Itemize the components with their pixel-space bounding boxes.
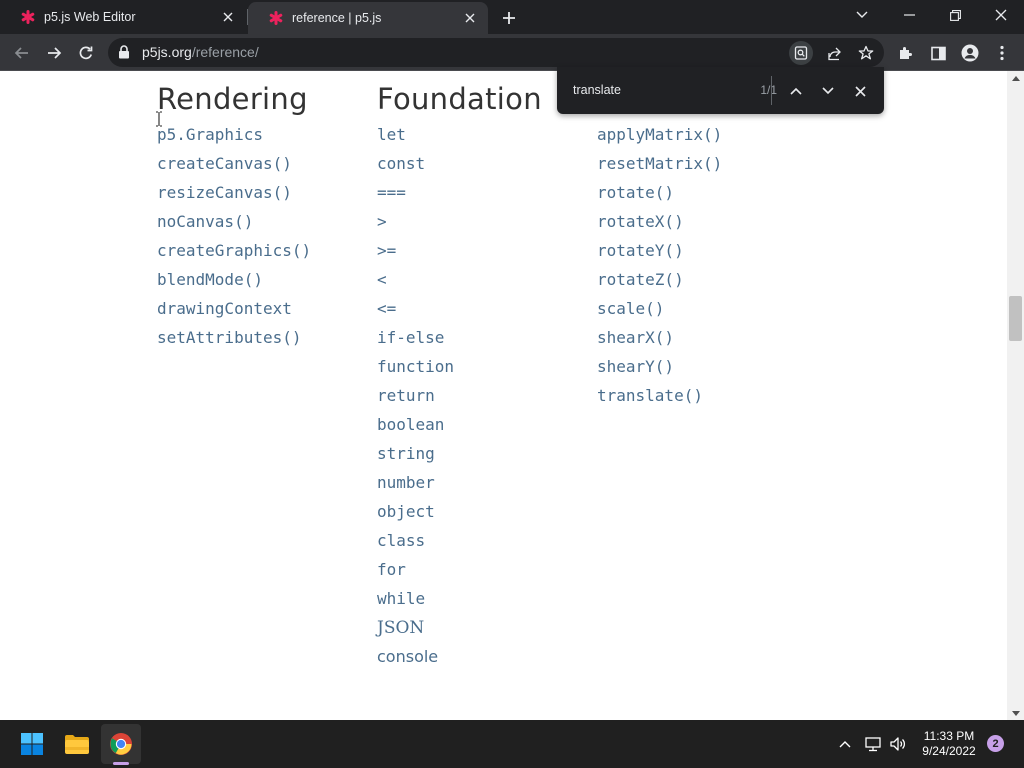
forward-arrow-icon[interactable]	[40, 39, 68, 67]
taskbar-clock[interactable]: 11:33 PM 9/24/2022	[912, 729, 986, 759]
bookmark-star-icon[interactable]	[854, 41, 878, 65]
more-menu-icon[interactable]	[988, 39, 1016, 67]
reference-link[interactable]: p5.Graphics	[157, 123, 311, 152]
file-explorer-folder-icon[interactable]	[57, 724, 97, 764]
reference-link[interactable]: rotateY()	[597, 239, 722, 268]
reference-link[interactable]: string	[377, 442, 454, 471]
tab-title: reference | p5.js	[292, 11, 382, 25]
reference-link[interactable]: boolean	[377, 413, 454, 442]
tab-reference-p5js[interactable]: reference | p5.js	[248, 2, 488, 34]
new-tab-button[interactable]	[496, 5, 522, 31]
reference-link[interactable]: <	[377, 268, 454, 297]
reference-link[interactable]: let	[377, 123, 454, 152]
reference-link[interactable]: resizeCanvas()	[157, 181, 311, 210]
url-path: /reference/	[191, 44, 259, 60]
clock-date: 9/24/2022	[922, 744, 976, 758]
find-separator	[771, 76, 772, 105]
restore-icon[interactable]	[933, 0, 977, 30]
reference-link[interactable]: applyMatrix()	[597, 123, 722, 152]
reference-link[interactable]: while	[377, 587, 454, 616]
section-heading-rendering: Rendering	[157, 82, 308, 116]
reference-link[interactable]: blendMode()	[157, 268, 311, 297]
reference-link[interactable]: translate()	[597, 384, 722, 413]
back-arrow-icon[interactable]	[8, 39, 36, 67]
chrome-browser-icon[interactable]	[101, 724, 141, 764]
windows-taskbar: 11:33 PM 9/24/2022 2	[0, 720, 1024, 768]
reference-link[interactable]: if-else	[377, 326, 454, 355]
p5-asterisk-icon	[268, 10, 284, 26]
reference-link[interactable]: for	[377, 558, 454, 587]
reference-list-transform: applyMatrix() resetMatrix() rotate() rot…	[597, 123, 722, 413]
close-tab-icon[interactable]	[458, 6, 482, 30]
show-hidden-icons-chevron-icon[interactable]	[834, 733, 856, 755]
page-content: Rendering p5.Graphics createCanvas() res…	[0, 71, 1007, 720]
address-bar[interactable]: p5js.org/reference/	[108, 38, 884, 67]
reference-link[interactable]: drawingContext	[157, 297, 311, 326]
clock-time: 11:33 PM	[923, 729, 975, 743]
profile-avatar-icon[interactable]	[956, 39, 984, 67]
reference-link[interactable]: function	[377, 355, 454, 384]
find-in-page-lens-icon[interactable]	[789, 41, 813, 65]
extensions-puzzle-icon[interactable]	[892, 39, 920, 67]
reference-link[interactable]: rotateX()	[597, 210, 722, 239]
reference-list-rendering: p5.Graphics createCanvas() resizeCanvas(…	[157, 123, 311, 355]
reference-link[interactable]: shearY()	[597, 355, 722, 384]
network-icon[interactable]	[862, 733, 884, 755]
tab-p5-web-editor[interactable]: p5.js Web Editor	[0, 0, 246, 34]
reference-link[interactable]: number	[377, 471, 454, 500]
vertical-scrollbar[interactable]	[1007, 71, 1024, 720]
volume-speaker-icon[interactable]	[887, 733, 909, 755]
find-bar: 1/1	[557, 67, 884, 114]
reference-link[interactable]: noCanvas()	[157, 210, 311, 239]
reference-link[interactable]: setAttributes()	[157, 326, 311, 355]
lock-icon[interactable]	[118, 45, 130, 64]
reference-link[interactable]: scale()	[597, 297, 722, 326]
share-icon[interactable]	[822, 41, 846, 65]
find-input[interactable]	[573, 81, 723, 99]
reference-link[interactable]: rotate()	[597, 181, 722, 210]
reference-link[interactable]: rotateZ()	[597, 268, 722, 297]
reference-link[interactable]: const	[377, 152, 454, 181]
reference-link[interactable]: >	[377, 210, 454, 239]
url-text[interactable]: p5js.org/reference/	[142, 44, 259, 60]
reference-list-foundation: let const === > >= < <= if-else function…	[377, 123, 454, 674]
notification-badge[interactable]: 2	[987, 735, 1004, 752]
find-next-chevron-down-icon[interactable]	[815, 78, 841, 104]
find-previous-chevron-up-icon[interactable]	[783, 78, 809, 104]
find-close-icon[interactable]	[847, 78, 873, 104]
close-window-icon[interactable]	[979, 0, 1023, 30]
reference-link[interactable]: object	[377, 500, 454, 529]
reload-icon[interactable]	[72, 39, 100, 67]
active-app-indicator	[113, 762, 129, 765]
p5-asterisk-icon	[20, 9, 36, 25]
text-cursor-icon	[155, 111, 163, 132]
reference-link[interactable]: <=	[377, 297, 454, 326]
scroll-down-arrow-icon[interactable]	[1007, 706, 1024, 720]
reference-link[interactable]: ===	[377, 181, 454, 210]
reference-link[interactable]: console	[377, 645, 454, 674]
scrollbar-thumb[interactable]	[1009, 296, 1022, 341]
browser-toolbar: p5js.org/reference/	[0, 34, 1024, 71]
close-tab-icon[interactable]	[216, 5, 240, 29]
reference-link[interactable]: return	[377, 384, 454, 413]
reference-link[interactable]: shearX()	[597, 326, 722, 355]
reference-link[interactable]: resetMatrix()	[597, 152, 722, 181]
url-domain: p5js.org	[142, 44, 192, 60]
reference-link[interactable]: >=	[377, 239, 454, 268]
tab-title: p5.js Web Editor	[44, 10, 136, 24]
scroll-up-arrow-icon[interactable]	[1007, 71, 1024, 85]
windows-start-icon[interactable]	[12, 724, 52, 764]
tab-strip: p5.js Web Editor reference | p5.js	[0, 0, 1024, 34]
side-panel-icon[interactable]	[924, 39, 952, 67]
tab-search-chevron-icon[interactable]	[840, 0, 884, 30]
minimize-icon[interactable]	[887, 0, 931, 30]
reference-link[interactable]: JSON	[377, 616, 454, 645]
reference-link[interactable]: createGraphics()	[157, 239, 311, 268]
reference-link[interactable]: class	[377, 529, 454, 558]
reference-link[interactable]: createCanvas()	[157, 152, 311, 181]
section-heading-foundation: Foundation	[377, 82, 542, 116]
